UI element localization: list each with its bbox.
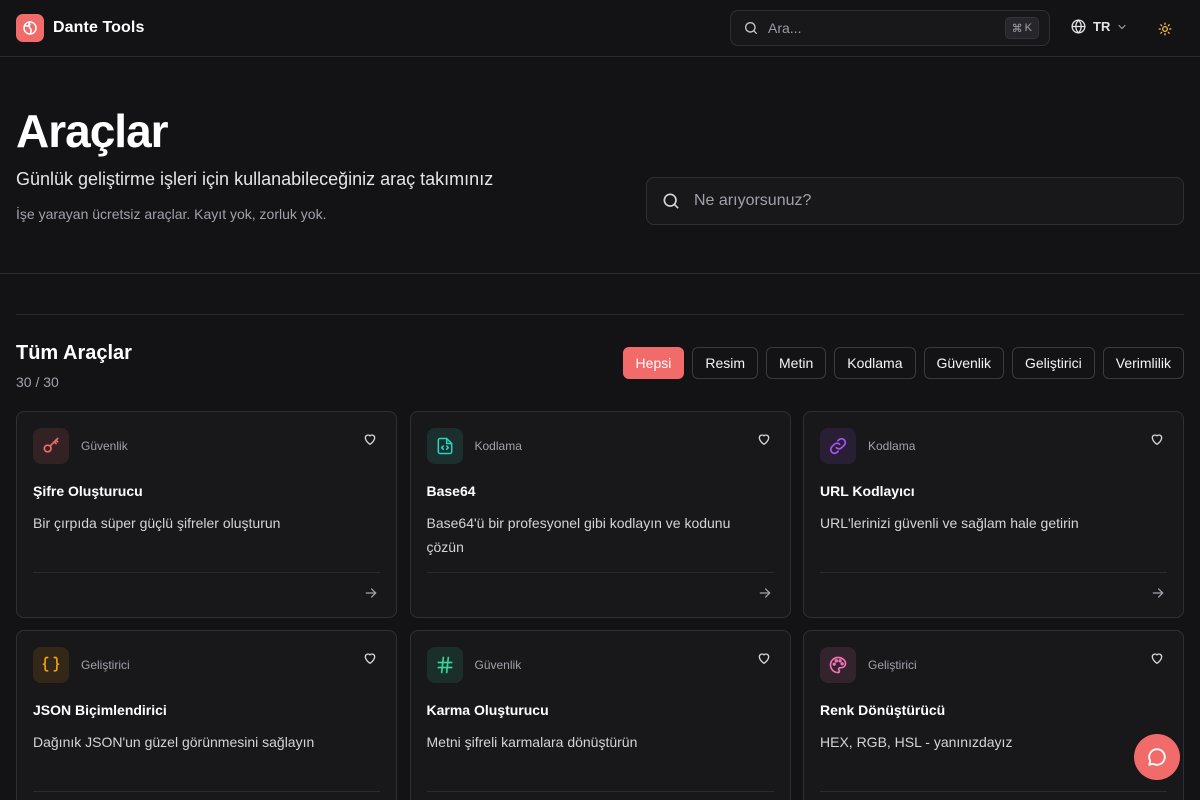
card-category: Kodlama bbox=[474, 439, 522, 453]
link-icon bbox=[820, 428, 856, 464]
file-code-icon bbox=[426, 428, 463, 464]
filter-chip-text[interactable]: Metin bbox=[766, 347, 827, 379]
brand[interactable]: Dante Tools bbox=[16, 14, 144, 42]
tool-grid: Güvenlik Şifre Oluşturucu Bir çırpıda sü… bbox=[16, 411, 1184, 800]
top-navbar: Dante Tools Ara... ⌘ K TR bbox=[0, 0, 1200, 57]
hash-icon bbox=[426, 647, 463, 683]
card-category: Geliştirici bbox=[81, 658, 130, 672]
filter-chip-image[interactable]: Resim bbox=[692, 347, 759, 379]
card-divider bbox=[426, 791, 774, 792]
card-title: JSON Biçimlendirici bbox=[33, 702, 167, 718]
card-title: URL Kodlayıcı bbox=[820, 483, 915, 499]
chat-button[interactable] bbox=[1134, 734, 1180, 780]
filter-chip-encoding[interactable]: Kodlama bbox=[834, 347, 916, 379]
tool-card-color-converter[interactable]: Geliştirici Renk Dönüştürücü HEX, RGB, H… bbox=[803, 630, 1184, 800]
section-title: Tüm Araçlar bbox=[16, 342, 132, 364]
card-description: URL'lerinizi güvenli ve sağlam hale geti… bbox=[820, 515, 1079, 531]
page-title: Araçlar bbox=[16, 105, 169, 157]
card-category: Kodlama bbox=[868, 439, 916, 453]
language-selector[interactable]: TR bbox=[1070, 18, 1128, 35]
tool-count: 30 / 30 bbox=[16, 374, 59, 390]
heart-icon[interactable] bbox=[756, 431, 772, 447]
category-filters: Hepsi Resim Metin Kodlama Güvenlik Geliş… bbox=[622, 347, 1184, 379]
heart-icon[interactable] bbox=[362, 650, 378, 666]
tool-card-base64[interactable]: Kodlama Base64 Base64'ü bir profesyonel … bbox=[409, 411, 791, 618]
tool-search-input[interactable]: Ne arıyorsunuz? bbox=[646, 177, 1184, 225]
card-title: Base64 bbox=[426, 483, 476, 499]
sun-icon bbox=[1158, 22, 1172, 36]
search-icon bbox=[661, 191, 681, 211]
arrow-right-icon[interactable] bbox=[758, 586, 772, 600]
page-subtitle: Günlük geliştirme işleri için kullanabil… bbox=[16, 169, 494, 189]
tool-search-placeholder: Ne arıyorsunuz? bbox=[694, 192, 812, 209]
card-divider bbox=[426, 572, 774, 573]
chevron-down-icon bbox=[1116, 21, 1128, 33]
page-note: İşe yarayan ücretsiz araçlar. Kayıt yok,… bbox=[16, 206, 327, 222]
globe-icon bbox=[1070, 18, 1087, 35]
filter-chip-all[interactable]: Hepsi bbox=[622, 347, 685, 379]
filter-chip-productivity[interactable]: Verimlilik bbox=[1102, 347, 1184, 379]
section-divider bbox=[16, 314, 1184, 315]
card-category: Güvenlik bbox=[81, 439, 128, 453]
language-label: TR bbox=[1093, 19, 1111, 34]
card-description: Metni şifreli karmalara dönüştürün bbox=[426, 734, 638, 750]
card-description: Bir çırpıda süper güçlü şifreler oluştur… bbox=[33, 515, 281, 531]
shortcut-key: K bbox=[1024, 22, 1032, 34]
search-shortcut-badge: ⌘ K bbox=[1004, 17, 1039, 39]
card-description: Dağınık JSON'un güzel görünmesini sağlay… bbox=[33, 734, 315, 750]
card-title: Şifre Oluşturucu bbox=[33, 483, 143, 499]
brand-name: Dante Tools bbox=[53, 19, 145, 36]
shortcut-symbol: ⌘ bbox=[1011, 22, 1023, 35]
card-title: Renk Dönüştürücü bbox=[820, 702, 946, 718]
hero-divider bbox=[0, 273, 1200, 274]
arrow-right-icon[interactable] bbox=[1151, 586, 1165, 600]
search-icon bbox=[743, 20, 759, 36]
card-title: Karma Oluşturucu bbox=[426, 702, 549, 718]
card-divider bbox=[820, 572, 1167, 573]
filter-chip-security[interactable]: Güvenlik bbox=[923, 347, 1004, 379]
tool-card-hash-generator[interactable]: Güvenlik Karma Oluşturucu Metni şifreli … bbox=[409, 630, 791, 800]
card-category: Geliştirici bbox=[868, 658, 917, 672]
heart-icon[interactable] bbox=[756, 650, 772, 666]
card-description: Base64'ü bir profesyonel gibi kodlayın v… bbox=[426, 515, 731, 555]
card-category: Güvenlik bbox=[474, 658, 522, 672]
theme-toggle-button[interactable] bbox=[1155, 19, 1175, 39]
header-search-placeholder: Ara... bbox=[768, 20, 802, 36]
brand-logo-icon bbox=[16, 14, 44, 42]
braces-icon bbox=[33, 647, 69, 683]
card-divider bbox=[820, 791, 1167, 792]
heart-icon[interactable] bbox=[1149, 431, 1165, 447]
arrow-right-icon[interactable] bbox=[364, 586, 378, 600]
palette-icon bbox=[820, 647, 856, 683]
key-icon bbox=[33, 428, 69, 464]
chat-bubble-icon bbox=[1146, 746, 1168, 768]
card-description: HEX, RGB, HSL - yanınızdayız bbox=[820, 734, 1013, 750]
tool-card-password-generator[interactable]: Güvenlik Şifre Oluşturucu Bir çırpıda sü… bbox=[16, 411, 397, 618]
heart-icon[interactable] bbox=[1149, 650, 1165, 666]
card-divider bbox=[33, 572, 380, 573]
tool-card-url-encoder[interactable]: Kodlama URL Kodlayıcı URL'lerinizi güven… bbox=[803, 411, 1184, 618]
tool-card-json-formatter[interactable]: Geliştirici JSON Biçimlendirici Dağınık … bbox=[16, 630, 397, 800]
header-search[interactable]: Ara... ⌘ K bbox=[730, 10, 1050, 46]
card-divider bbox=[33, 791, 380, 792]
filter-chip-developer[interactable]: Geliştirici bbox=[1011, 347, 1095, 379]
heart-icon[interactable] bbox=[362, 431, 378, 447]
